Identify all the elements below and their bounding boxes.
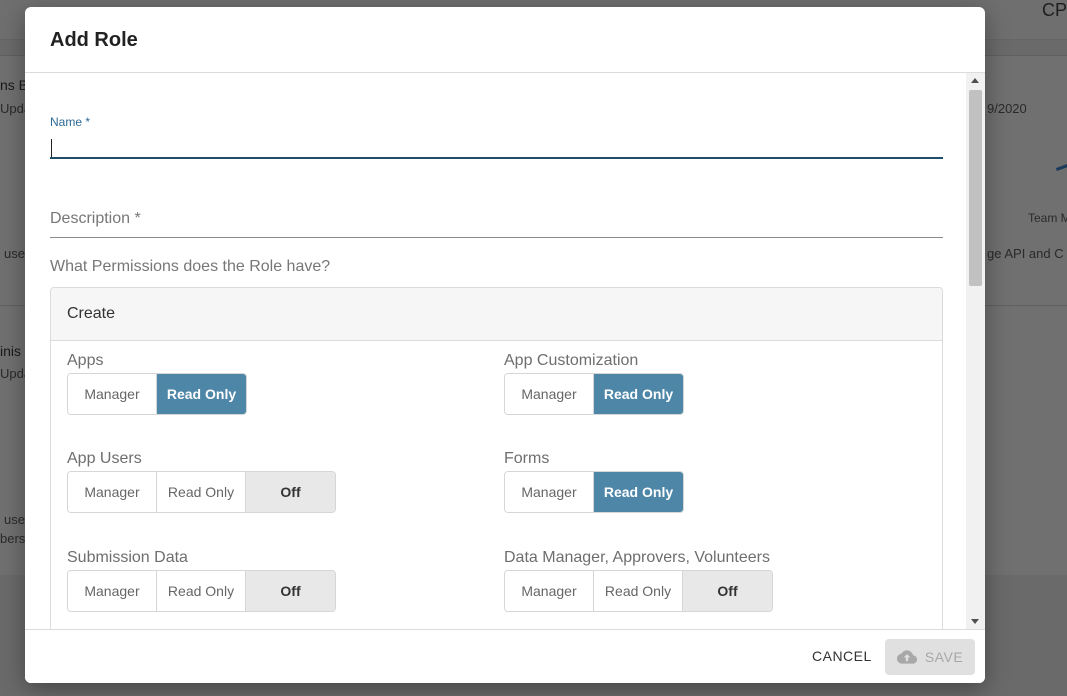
option-manager[interactable]: Manager <box>68 374 157 414</box>
option-manager[interactable]: Manager <box>505 472 594 512</box>
permission-toggle-group: Manager Read Only <box>504 471 684 513</box>
name-input[interactable] <box>50 135 943 159</box>
background-row-description: use <box>4 512 25 527</box>
scroll-up-arrow-icon[interactable] <box>971 78 979 83</box>
background-row-title: ns B <box>0 77 29 93</box>
option-read-only[interactable]: Read Only <box>157 374 246 414</box>
permission-toggle-group: Manager Read Only Off <box>67 471 336 513</box>
dialog-title: Add Role <box>50 29 138 51</box>
permission-toggle-group: Manager Read Only Off <box>67 570 336 612</box>
background-row-description: ge API and C <box>987 246 1064 261</box>
save-button[interactable]: SAVE <box>885 639 975 675</box>
option-manager[interactable]: Manager <box>505 374 594 414</box>
background-row-label: Team M <box>1028 211 1067 225</box>
background-corner-text: CP <box>1041 0 1067 20</box>
permission-apps: Apps Manager Read Only <box>67 352 247 415</box>
name-field-label: Name * <box>50 115 91 129</box>
permission-label: Apps <box>67 352 104 369</box>
background-row-description: use <box>4 246 25 261</box>
permission-label: App Customization <box>504 352 639 369</box>
permission-label: Submission Data <box>67 549 188 566</box>
name-field[interactable]: Name * <box>50 115 943 165</box>
permissions-question: What Permissions does the Role have? <box>50 258 331 275</box>
option-manager[interactable]: Manager <box>68 472 157 512</box>
permission-label: App Users <box>67 450 142 467</box>
option-read-only[interactable]: Read Only <box>594 571 683 611</box>
description-field-label: Description * <box>50 210 141 227</box>
option-read-only[interactable]: Read Only <box>594 374 683 414</box>
background-row-title: inis <box>0 343 22 359</box>
background-row-date: 9/2020 <box>987 101 1027 116</box>
permission-toggle-group: Manager Read Only <box>504 373 684 415</box>
description-input-underline <box>50 237 943 238</box>
option-read-only[interactable]: Read Only <box>157 571 246 611</box>
background-row-description: bers <box>0 531 26 546</box>
dialog-header: Add Role <box>25 7 985 73</box>
scrollbar-thumb[interactable] <box>969 90 982 286</box>
permission-toggle-group: Manager Read Only Off <box>504 570 773 612</box>
scroll-down-arrow-icon[interactable] <box>971 619 979 624</box>
permissions-panel: Create Apps Manager Read Only App Custom… <box>50 287 943 629</box>
cloud-upload-icon <box>896 650 917 664</box>
option-manager[interactable]: Manager <box>505 571 594 611</box>
permission-app-customization: App Customization Manager Read Only <box>504 352 684 415</box>
save-button-label: SAVE <box>924 649 964 665</box>
option-read-only[interactable]: Read Only <box>594 472 683 512</box>
text-caret <box>51 139 52 157</box>
dialog-scrollbar[interactable] <box>966 73 985 629</box>
option-read-only[interactable]: Read Only <box>157 472 246 512</box>
dialog-footer: CANCEL SAVE <box>25 629 985 683</box>
permission-data-manager-approvers-volunteers: Data Manager, Approvers, Volunteers Mana… <box>504 549 773 612</box>
permission-label: Forms <box>504 450 550 467</box>
permission-submission-data: Submission Data Manager Read Only Off <box>67 549 336 612</box>
add-role-dialog: Add Role Name * Description * What Permi… <box>25 7 985 683</box>
permission-forms: Forms Manager Read Only <box>504 450 684 513</box>
option-off[interactable]: Off <box>683 571 772 611</box>
option-off[interactable]: Off <box>246 472 335 512</box>
permission-toggle-group: Manager Read Only <box>67 373 247 415</box>
cancel-button[interactable]: CANCEL <box>808 641 876 671</box>
permission-label: Data Manager, Approvers, Volunteers <box>504 549 770 566</box>
permission-app-users: App Users Manager Read Only Off <box>67 450 336 513</box>
description-field[interactable]: Description * <box>50 210 943 240</box>
dialog-body: Name * Description * What Permissions do… <box>25 73 985 629</box>
option-manager[interactable]: Manager <box>68 571 157 611</box>
option-off[interactable]: Off <box>246 571 335 611</box>
panel-title: Create <box>51 288 942 341</box>
